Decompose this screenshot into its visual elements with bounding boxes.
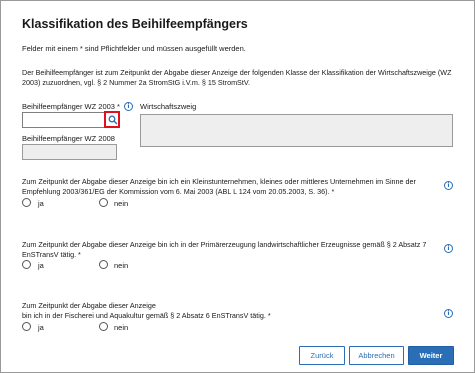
wirtschaftszweig-label: Wirtschaftszweig: [140, 102, 197, 111]
wz2008-field: [22, 144, 117, 160]
back-button[interactable]: Zurück: [299, 346, 345, 365]
wirtschaftszweig-field: [140, 114, 453, 147]
info-icon[interactable]: i: [124, 102, 133, 111]
info-icon[interactable]: i: [444, 181, 453, 190]
wz2003-input[interactable]: [22, 112, 105, 128]
radio-landwirtschaft-nein[interactable]: [99, 260, 108, 269]
search-button[interactable]: [104, 111, 120, 128]
radio-landwirtschaft-nein-label: nein: [114, 261, 129, 270]
question-kmu: Zum Zeitpunkt der Abgabe dieser Anzeige …: [22, 177, 416, 196]
radio-kmu-ja[interactable]: [22, 198, 31, 207]
radio-fischerei-ja-label: ja: [38, 323, 44, 332]
question-fischerei: Zum Zeitpunkt der Abgabe dieser Anzeige …: [22, 301, 271, 320]
question-landwirtschaft: Zum Zeitpunkt der Abgabe dieser Anzeige …: [22, 240, 427, 259]
radio-fischerei-nein-label: nein: [114, 323, 129, 332]
classification-dialog: Klassifikation des Beihilfeempfängers Fe…: [0, 0, 475, 373]
search-icon: [108, 115, 118, 125]
radio-fischerei-ja[interactable]: [22, 322, 31, 331]
required-hint: Felder mit einem * sind Pflichtfelder un…: [22, 44, 246, 53]
intro-text: Der Beihilfeempfänger ist zum Zeitpunkt …: [22, 68, 452, 87]
radio-landwirtschaft-ja-label: ja: [38, 261, 44, 270]
radio-kmu-nein[interactable]: [99, 198, 108, 207]
radio-kmu-nein-label: nein: [114, 199, 129, 208]
info-icon[interactable]: i: [444, 244, 453, 253]
radio-landwirtschaft-ja[interactable]: [22, 260, 31, 269]
dialog-title: Klassifikation des Beihilfeempfängers: [22, 17, 248, 31]
info-icon[interactable]: i: [444, 309, 453, 318]
cancel-button[interactable]: Abbrechen: [349, 346, 404, 365]
radio-fischerei-nein[interactable]: [99, 322, 108, 331]
radio-kmu-ja-label: ja: [38, 199, 44, 208]
wz2003-label: Beihilfeempfänger WZ 2003 *: [22, 102, 120, 111]
next-button[interactable]: Weiter: [408, 346, 454, 365]
wz2008-label: Beihilfeempfänger WZ 2008: [22, 134, 115, 143]
